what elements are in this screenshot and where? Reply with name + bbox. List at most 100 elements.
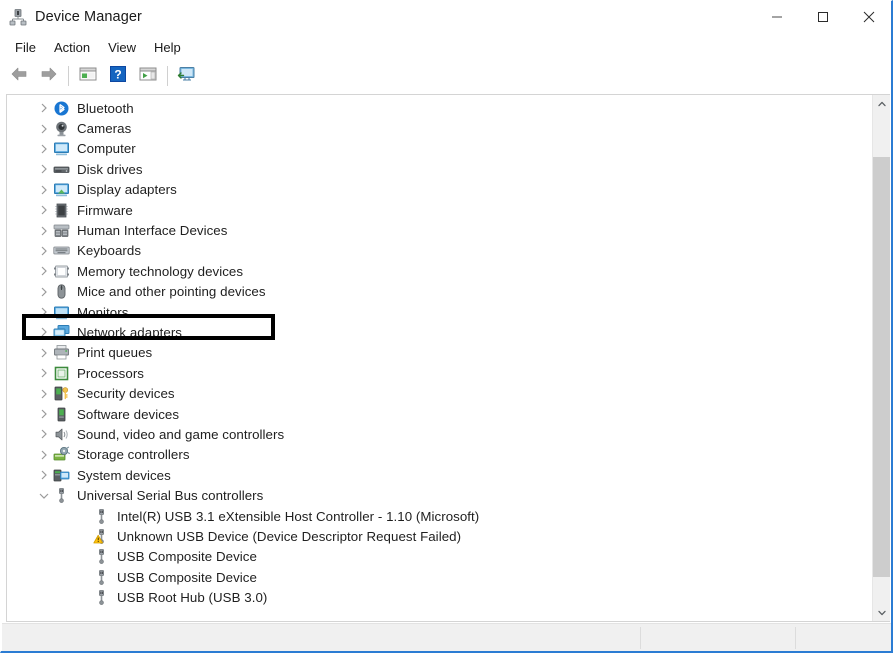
window-title: Device Manager <box>35 9 142 25</box>
chevron-right-icon[interactable] <box>37 325 51 339</box>
tree-item-sound-video-and-game-controllers[interactable]: Sound, video and game controllers <box>7 424 862 444</box>
chevron-right-icon[interactable] <box>37 427 51 441</box>
chevron-right-icon[interactable] <box>37 203 51 217</box>
tree-item-usb-root-hub[interactable]: USB Root Hub (USB 3.0) <box>7 587 862 607</box>
printer-icon <box>53 344 70 361</box>
scrollbar-thumb[interactable] <box>873 157 890 577</box>
tree-item-security-devices[interactable]: Security devices <box>7 383 862 403</box>
chevron-right-icon[interactable] <box>37 224 51 238</box>
chevron-right-icon[interactable] <box>37 244 51 258</box>
tree-item-label: Universal Serial Bus controllers <box>77 488 264 504</box>
tree-item-network-adapters[interactable]: Network adapters <box>7 322 862 342</box>
tree-item-processors[interactable]: Processors <box>7 363 862 383</box>
tree-item-computer[interactable]: Computer <box>7 139 862 159</box>
tree-item-intel-usb-host-controller[interactable]: Intel(R) USB 3.1 eXtensible Host Control… <box>7 506 862 526</box>
chevron-right-icon[interactable] <box>37 346 51 360</box>
camera-icon <box>53 120 70 137</box>
title-bar: Device Manager <box>1 1 891 33</box>
chevron-right-icon[interactable] <box>37 101 51 115</box>
tree-item-mice-and-other-pointing-devices[interactable]: Mice and other pointing devices <box>7 282 862 302</box>
disk-drive-icon <box>53 161 70 178</box>
window-controls <box>754 1 891 33</box>
tree-item-cameras[interactable]: Cameras <box>7 118 862 138</box>
bluetooth-icon <box>53 100 70 117</box>
hid-icon <box>53 222 70 239</box>
system-device-icon <box>53 467 70 484</box>
properties-window-icon <box>79 66 97 87</box>
forward-arrow-icon <box>39 65 59 88</box>
tree-item-memory-technology-devices[interactable]: Memory technology devices <box>7 261 862 281</box>
vertical-scrollbar[interactable] <box>872 95 890 621</box>
chevron-right-icon[interactable] <box>37 162 51 176</box>
menu-file[interactable]: File <box>6 38 45 57</box>
tree-item-label: Unknown USB Device (Device Descriptor Re… <box>117 528 462 544</box>
chevron-right-icon[interactable] <box>37 407 51 421</box>
tree-item-label: Firmware <box>77 202 133 218</box>
tree-item-print-queues[interactable]: Print queues <box>7 343 862 363</box>
tree-item-label: Security devices <box>77 386 175 402</box>
menu-view[interactable]: View <box>99 38 145 57</box>
forward-button[interactable] <box>36 63 62 89</box>
tree-item-label: Cameras <box>77 121 132 137</box>
tree-item-human-interface-devices[interactable]: Human Interface Devices <box>7 220 862 240</box>
tree-item-unknown-usb-device[interactable]: Unknown USB Device (Device Descriptor Re… <box>7 526 862 546</box>
scan-hardware-changes-button[interactable] <box>135 63 161 89</box>
tree-item-label: USB Composite Device <box>117 549 257 565</box>
tree-item-firmware[interactable]: Firmware <box>7 200 862 220</box>
tree-item-label: Display adapters <box>77 182 177 198</box>
monitor-update-icon <box>177 65 197 88</box>
tree-item-keyboards[interactable]: Keyboards <box>7 241 862 261</box>
properties-button[interactable] <box>75 63 101 89</box>
tree-item-bluetooth[interactable]: Bluetooth <box>7 98 862 118</box>
tree-item-label: Print queues <box>77 345 153 361</box>
tree-item-universal-serial-bus-controllers[interactable]: Universal Serial Bus controllers <box>7 485 862 505</box>
tree-item-display-adapters[interactable]: Display adapters <box>7 180 862 200</box>
chevron-right-icon[interactable] <box>37 264 51 278</box>
usb-icon <box>93 569 110 586</box>
usb-icon <box>93 548 110 565</box>
help-button[interactable]: ? <box>105 63 131 89</box>
tree-item-label: Monitors <box>77 304 129 320</box>
tree-item-label: Software devices <box>77 406 180 422</box>
back-button[interactable] <box>6 63 32 89</box>
tree-item-storage-controllers[interactable]: Storage controllers <box>7 445 862 465</box>
tree-item-label: Network adapters <box>77 324 183 340</box>
minimize-button[interactable] <box>754 1 800 33</box>
tree-item-system-devices[interactable]: System devices <box>7 465 862 485</box>
chevron-right-icon[interactable] <box>37 305 51 319</box>
display-adapter-icon <box>53 181 70 198</box>
tree-item-label: Disk drives <box>77 161 143 177</box>
chevron-right-icon[interactable] <box>37 183 51 197</box>
chevron-right-icon[interactable] <box>37 366 51 380</box>
chevron-right-icon[interactable] <box>37 387 51 401</box>
chevron-right-icon[interactable] <box>37 285 51 299</box>
chevron-right-icon[interactable] <box>37 122 51 136</box>
scroll-up-button[interactable] <box>873 95 890 112</box>
processor-icon <box>53 365 70 382</box>
chevron-down-icon[interactable] <box>37 489 51 503</box>
update-driver-button[interactable] <box>174 63 200 89</box>
tree-item-label: Sound, video and game controllers <box>77 426 285 442</box>
menu-action[interactable]: Action <box>45 38 99 57</box>
chevron-right-icon[interactable] <box>37 142 51 156</box>
toolbar-separator-2 <box>167 66 168 86</box>
scroll-down-button[interactable] <box>873 604 890 621</box>
chevron-right-icon[interactable] <box>37 448 51 462</box>
memory-icon <box>53 263 70 280</box>
device-tree-panel[interactable]: Bluetooth Cameras Computer Disk drives D… <box>6 94 890 622</box>
tree-item-monitors[interactable]: Monitors <box>7 302 862 322</box>
tree-item-usb-composite-device-2[interactable]: USB Composite Device <box>7 567 862 587</box>
tree-item-label: System devices <box>77 467 171 483</box>
device-manager-icon <box>9 8 27 26</box>
toolbar: ? <box>1 61 891 91</box>
menu-help[interactable]: Help <box>145 38 190 57</box>
close-button[interactable] <box>846 1 891 33</box>
chevron-right-icon[interactable] <box>37 468 51 482</box>
tree-item-usb-composite-device-1[interactable]: USB Composite Device <box>7 547 862 567</box>
usb-warning-icon <box>93 528 110 545</box>
tree-item-label: Processors <box>77 365 145 381</box>
maximize-button[interactable] <box>800 1 846 33</box>
usb-icon <box>53 487 70 504</box>
tree-item-disk-drives[interactable]: Disk drives <box>7 159 862 179</box>
tree-item-software-devices[interactable]: Software devices <box>7 404 862 424</box>
